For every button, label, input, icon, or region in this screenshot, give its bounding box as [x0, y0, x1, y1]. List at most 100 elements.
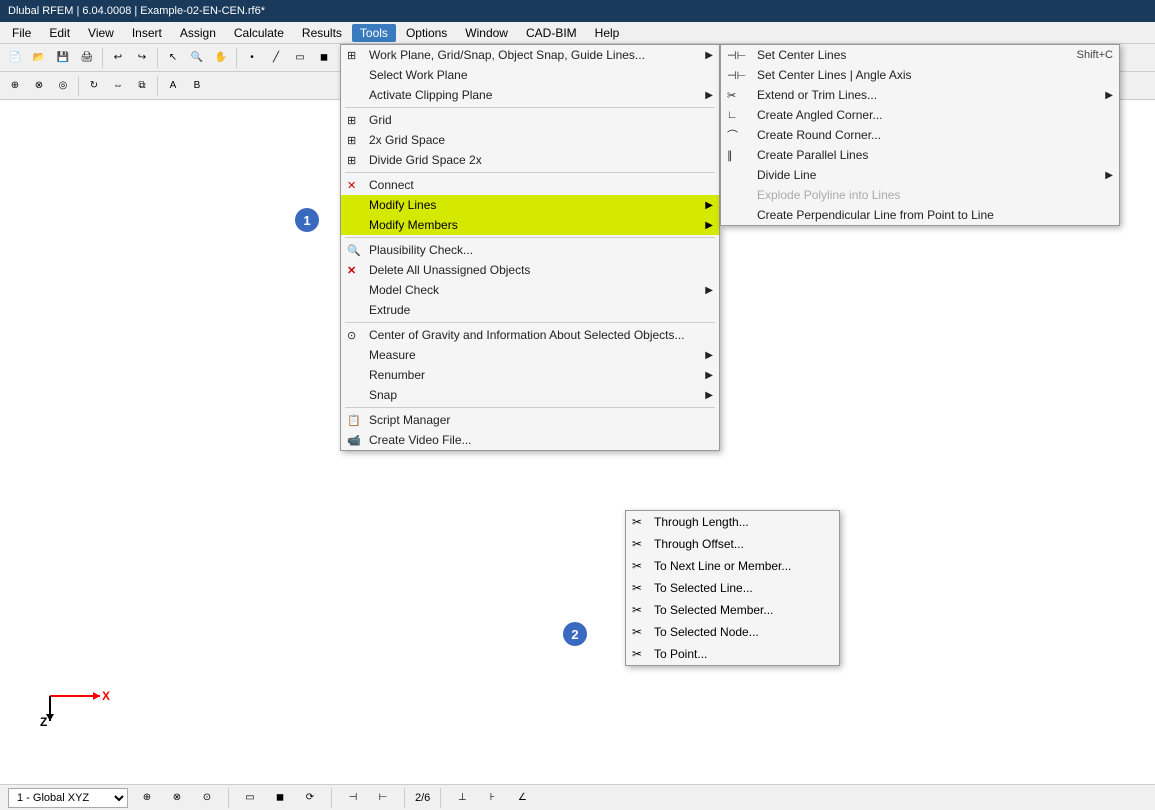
menu-window[interactable]: Window: [457, 24, 516, 42]
tools-menu-centerofgravity[interactable]: ⊙ Center of Gravity and Information Abou…: [341, 325, 719, 345]
status-btn-5[interactable]: ◼: [269, 787, 291, 809]
tools-menu-modelcheck[interactable]: Model Check ▶: [341, 280, 719, 300]
menu-help[interactable]: Help: [587, 24, 628, 42]
status-btn-4[interactable]: ▭: [239, 787, 261, 809]
tools-menu-grid2x[interactable]: ⊞ 2x Grid Space: [341, 130, 719, 150]
status-btn-3[interactable]: ⊙: [196, 787, 218, 809]
tb2-copy[interactable]: ⧉: [131, 75, 153, 97]
tools-menu-modifylines[interactable]: Modify Lines ▶: [341, 195, 719, 215]
dl-toselectedmember[interactable]: ✂ To Selected Member...: [626, 599, 839, 621]
dl-toselectednode[interactable]: ✂ To Selected Node...: [626, 621, 839, 643]
tb-save[interactable]: 💾: [52, 47, 74, 69]
menu-results[interactable]: Results: [294, 24, 350, 42]
marker-1: 1: [295, 208, 319, 232]
tb-print[interactable]: 🖨: [76, 47, 98, 69]
tb-line[interactable]: ╱: [265, 47, 287, 69]
tools-menu-workplane[interactable]: ⊞ Work Plane, Grid/Snap, Object Snap, Gu…: [341, 45, 719, 65]
ml-extendtrim[interactable]: ✂ Extend or Trim Lines... ▶: [721, 85, 1119, 105]
status-btn-6[interactable]: ⟳: [299, 787, 321, 809]
tools-menu-measure[interactable]: Measure ▶: [341, 345, 719, 365]
status-btn-2[interactable]: ⊗: [166, 787, 188, 809]
dl-throughoffset[interactable]: ✂ Through Offset...: [626, 533, 839, 555]
status-btn-1[interactable]: ⊕: [136, 787, 158, 809]
tb2-a[interactable]: A: [162, 75, 184, 97]
dl-throughlength[interactable]: ✂ Through Length...: [626, 511, 839, 533]
toselectedline-icon: ✂: [632, 581, 642, 595]
menu-insert[interactable]: Insert: [124, 24, 170, 42]
marker-2-label: 2: [571, 627, 578, 642]
tb-redo[interactable]: ↪: [131, 47, 153, 69]
status-axis-btn[interactable]: ⊦: [481, 787, 503, 809]
status-btn-8[interactable]: ⊢: [372, 787, 394, 809]
menu-view[interactable]: View: [80, 24, 122, 42]
modifymembers-arrow: ▶: [705, 220, 713, 231]
status-snap-btn[interactable]: ⊥: [451, 787, 473, 809]
renumber-arrow: ▶: [705, 370, 713, 381]
sep3: [236, 48, 237, 68]
snap-arrow: ▶: [705, 390, 713, 401]
modelcheck-arrow: ▶: [705, 285, 713, 296]
tools-menu-scriptmanager[interactable]: 📋 Script Manager: [341, 410, 719, 430]
ml-divideline[interactable]: Divide Line ▶: [721, 165, 1119, 185]
deleteunassigned-icon: ✕: [347, 264, 356, 277]
sep-2: [345, 172, 715, 173]
tb2-rotate[interactable]: ↻: [83, 75, 105, 97]
menu-file[interactable]: File: [4, 24, 39, 42]
tools-menu-clipping[interactable]: Activate Clipping Plane ▶: [341, 85, 719, 105]
ml-setcenterlinesangle[interactable]: ⊣⊢ Set Center Lines | Angle Axis: [721, 65, 1119, 85]
tb-select[interactable]: ↖: [162, 47, 184, 69]
status-btn-7[interactable]: ⊣: [342, 787, 364, 809]
ml-perpendicular[interactable]: Create Perpendicular Line from Point to …: [721, 205, 1119, 225]
modify-lines-submenu: ⊣⊢ Set Center Lines Shift+C ⊣⊢ Set Cente…: [720, 44, 1120, 226]
ml-angledcorner[interactable]: ∟ Create Angled Corner...: [721, 105, 1119, 125]
svg-text:Z: Z: [40, 715, 47, 729]
ml-setcenterlines[interactable]: ⊣⊢ Set Center Lines Shift+C: [721, 45, 1119, 65]
dl-toselectedline[interactable]: ✂ To Selected Line...: [626, 577, 839, 599]
tools-menu-snap[interactable]: Snap ▶: [341, 385, 719, 405]
tools-menu-modifymembers[interactable]: Modify Members ▶: [341, 215, 719, 235]
tb-open[interactable]: 📂: [28, 47, 50, 69]
tools-menu-plausibility[interactable]: 🔍 Plausibility Check...: [341, 240, 719, 260]
sep2: [157, 48, 158, 68]
roundcorner-icon: ⌒: [727, 127, 738, 143]
sep5: [157, 76, 158, 96]
tools-menu-deleteunassigned[interactable]: ✕ Delete All Unassigned Objects: [341, 260, 719, 280]
ml-parallellines[interactable]: ∥ Create Parallel Lines: [721, 145, 1119, 165]
tools-menu-renumber[interactable]: Renumber ▶: [341, 365, 719, 385]
tb-pan[interactable]: ✋: [210, 47, 232, 69]
menu-options[interactable]: Options: [398, 24, 455, 42]
menu-assign[interactable]: Assign: [172, 24, 224, 42]
ml-explode: Explode Polyline into Lines: [721, 185, 1119, 205]
status-bar: 1 - Global XYZ ⊕ ⊗ ⊙ ▭ ◼ ⟳ ⊣ ⊢ 2/6 ⊥ ⊦ ∠: [0, 784, 1155, 810]
tools-menu-videofile[interactable]: 📹 Create Video File...: [341, 430, 719, 450]
modifylines-arrow: ▶: [705, 200, 713, 211]
throughlength-icon: ✂: [632, 515, 642, 529]
tb-undo[interactable]: ↩: [107, 47, 129, 69]
tools-menu-dividegrid[interactable]: ⊞ Divide Grid Space 2x: [341, 150, 719, 170]
tools-menu-extrude[interactable]: Extrude: [341, 300, 719, 320]
tools-menu-grid[interactable]: ⊞ Grid: [341, 110, 719, 130]
tb2-2[interactable]: ⊗: [28, 75, 50, 97]
ml-roundcorner[interactable]: ⌒ Create Round Corner...: [721, 125, 1119, 145]
tools-menu-selectworkplane[interactable]: Select Work Plane: [341, 65, 719, 85]
tb-zoom[interactable]: 🔍: [186, 47, 208, 69]
tb-node[interactable]: •: [241, 47, 263, 69]
menu-edit[interactable]: Edit: [41, 24, 78, 42]
tb-solid[interactable]: ◼: [313, 47, 335, 69]
menu-cadbim[interactable]: CAD-BIM: [518, 24, 585, 42]
menu-tools[interactable]: Tools: [352, 24, 396, 42]
dl-tonextline[interactable]: ✂ To Next Line or Member...: [626, 555, 839, 577]
status-view-dropdown[interactable]: 1 - Global XYZ: [8, 788, 128, 808]
tb2-3[interactable]: ◎: [52, 75, 74, 97]
menu-calculate[interactable]: Calculate: [226, 24, 292, 42]
status-angle-btn[interactable]: ∠: [511, 787, 533, 809]
plausibility-icon: 🔍: [347, 244, 361, 257]
tb2-1[interactable]: ⊕: [4, 75, 26, 97]
sep-4: [345, 322, 715, 323]
tb-surface[interactable]: ▭: [289, 47, 311, 69]
tb2-b[interactable]: B: [186, 75, 208, 97]
dl-topoint[interactable]: ✂ To Point...: [626, 643, 839, 665]
tools-menu-connect[interactable]: ✕ Connect: [341, 175, 719, 195]
tb2-mirror[interactable]: ⇔: [107, 75, 129, 97]
tb-new[interactable]: 📄: [4, 47, 26, 69]
